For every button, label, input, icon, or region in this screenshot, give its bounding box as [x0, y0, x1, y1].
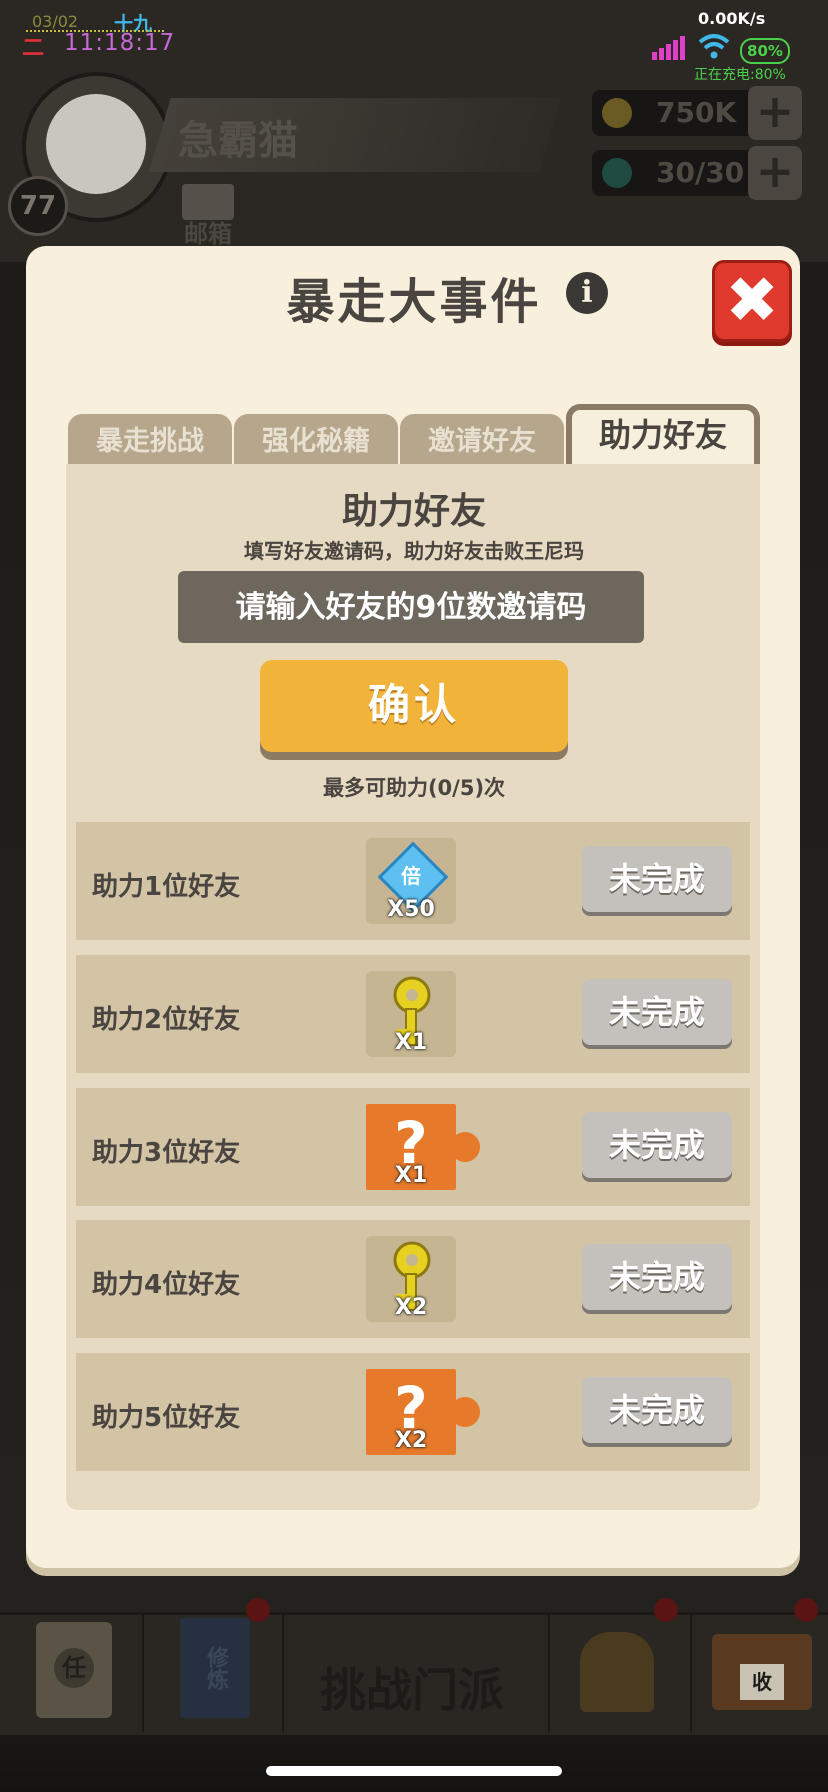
task-label: 助力4位好友	[92, 1270, 241, 1300]
notification-dot	[246, 1598, 270, 1622]
task-row: 助力4位好友 X2 未完成	[76, 1220, 750, 1338]
tab-upgrade-manual[interactable]: 强化秘籍	[234, 414, 398, 466]
network-speed: 0.00K/s	[698, 9, 766, 28]
add-energy-button[interactable]: +	[748, 146, 802, 200]
panel-subtitle: 填写好友邀请码，助力好友击败王尼玛	[244, 539, 584, 563]
avatar-face	[46, 94, 146, 194]
task-label: 助力5位好友	[92, 1403, 241, 1433]
status-button[interactable]: 未完成	[582, 1244, 732, 1310]
task-label: 助力1位好友	[92, 872, 241, 902]
status-button[interactable]: 未完成	[582, 1377, 732, 1443]
energy-counter: 30/30 +	[592, 146, 802, 200]
task-row: 助力1位好友 倍 X50 未完成	[76, 822, 750, 940]
confirm-button[interactable]: 确认	[260, 660, 568, 752]
reward-quantity: X1	[394, 1163, 428, 1188]
signal-icon	[652, 36, 685, 60]
task-label: 助力3位好友	[92, 1138, 241, 1168]
gold-counter: 750K +	[592, 86, 802, 140]
task-row: 助力5位好友 ? X2 未完成	[76, 1353, 750, 1471]
battery-indicator: 80%	[740, 38, 790, 64]
status-button[interactable]: 未完成	[582, 979, 732, 1045]
helmet-icon[interactable]	[580, 1632, 654, 1712]
task-glyph: 任	[54, 1648, 94, 1688]
energy-icon	[602, 158, 632, 188]
status-button[interactable]: 未完成	[582, 1112, 732, 1178]
reward-quantity: X2	[394, 1295, 428, 1320]
energy-value: 30/30	[656, 156, 745, 189]
player-name: 急霸猫	[178, 118, 298, 164]
training-book-icon[interactable]: 修炼	[180, 1618, 250, 1718]
reward-slot[interactable]: 倍 X50	[366, 838, 456, 924]
close-icon: ✖	[725, 264, 779, 338]
mail-label: 邮箱	[184, 220, 232, 248]
wifi-icon	[698, 34, 730, 59]
shop-glyph: 收	[740, 1664, 784, 1700]
shop-icon[interactable]: 收	[712, 1634, 812, 1710]
reward-quantity: X1	[394, 1030, 428, 1055]
task-scroll-icon[interactable]: 任	[36, 1622, 112, 1718]
charging-status: 正在充电:80%	[694, 67, 786, 83]
tab-assist-friends[interactable]: 助力好友	[566, 404, 760, 464]
level-badge: 77	[8, 176, 68, 236]
add-gold-button[interactable]: +	[748, 86, 802, 140]
info-icon[interactable]: i	[566, 272, 608, 314]
gold-value: 750K	[656, 96, 737, 129]
reward-slot[interactable]: ? X2	[366, 1369, 480, 1455]
task-row: 助力2位好友 X1 未完成	[76, 955, 750, 1073]
task-label: 助力2位好友	[92, 1005, 241, 1035]
invite-code-input[interactable]	[178, 571, 644, 643]
nav-challenge-sect[interactable]: 挑战门派	[320, 1654, 504, 1720]
status-time: 11:18:17	[64, 30, 176, 56]
reward-quantity: X2	[394, 1428, 428, 1453]
status-button[interactable]: 未完成	[582, 846, 732, 912]
panel-title: 助力好友	[341, 491, 486, 532]
reward-slot[interactable]: X1	[366, 971, 456, 1057]
assist-count: 最多可助力(0/5)次	[322, 776, 506, 800]
status-date: 03/02	[32, 12, 79, 31]
gem-glyph: 倍	[401, 864, 421, 888]
notification-dot	[654, 1598, 678, 1622]
tab-invite-friends[interactable]: 邀请好友	[400, 414, 564, 466]
notification-dot	[794, 1598, 818, 1622]
reward-slot[interactable]: ? X1	[366, 1104, 480, 1190]
close-button[interactable]: ✖	[712, 260, 792, 342]
coin-icon	[602, 98, 632, 128]
tab-rampage-challenge[interactable]: 暴走挑战	[68, 414, 232, 466]
reward-slot[interactable]: X2	[366, 1236, 456, 1322]
modal-title: 暴走大事件	[286, 274, 542, 330]
task-row: 助力3位好友 ? X1 未完成	[76, 1088, 750, 1206]
status-weekday: 二	[22, 36, 45, 61]
reward-quantity: X50	[387, 897, 435, 922]
home-indicator[interactable]	[266, 1766, 562, 1776]
